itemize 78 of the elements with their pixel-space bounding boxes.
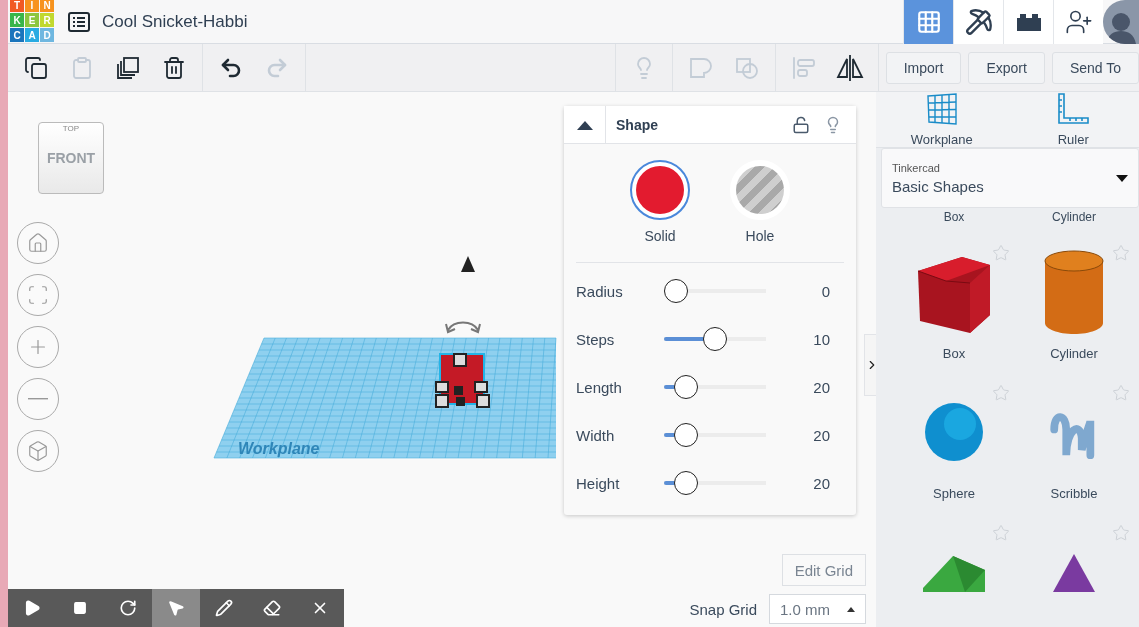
fit-view-icon — [27, 284, 49, 306]
param-value: 10 — [812, 330, 830, 348]
copy-icon — [24, 55, 48, 80]
align-icon — [791, 55, 816, 80]
caret-icon — [847, 606, 855, 612]
design-title: Cool Snicket-Habbi — [102, 11, 249, 32]
nav-button[interactable] — [1003, 0, 1053, 44]
list-icon[interactable] — [68, 11, 90, 32]
param-value: 20 — [812, 474, 830, 492]
panel-toggle-button[interactable] — [864, 334, 876, 396]
star-icon — [1112, 384, 1130, 402]
eraser-icon — [263, 599, 281, 617]
action-button[interactable]: Import — [885, 51, 962, 84]
param-label: Length — [576, 378, 623, 396]
unlock-icon[interactable] — [792, 115, 810, 134]
param-value: 20 — [812, 426, 830, 444]
caret-icon — [1116, 175, 1128, 182]
logo[interactable]: T I N K E R C A D — [10, 0, 54, 42]
param-label: Width — [576, 426, 616, 444]
shape-tile[interactable]: Sphere — [894, 364, 1014, 504]
tool-button[interactable]: Workplane — [876, 92, 1008, 147]
mirror-icon — [834, 53, 865, 82]
star-icon — [992, 384, 1010, 402]
snap-grid-label: Snap Grid — [689, 600, 757, 618]
stop-icon — [73, 601, 87, 615]
param-value: 20 — [812, 378, 830, 396]
sphere-drawing — [924, 402, 984, 462]
selected-box-drawing — [435, 353, 490, 408]
slider-thumb[interactable] — [703, 327, 727, 351]
brick-icon — [1015, 11, 1042, 32]
lift-arrow-icon — [461, 256, 475, 272]
star-icon — [992, 524, 1010, 542]
play-icon — [23, 599, 41, 617]
star-icon — [992, 244, 1010, 262]
home-icon — [27, 232, 49, 254]
cube-icon — [27, 440, 49, 462]
workplane-label: Workplane — [238, 440, 320, 457]
mode-option[interactable]: Solid — [630, 160, 690, 244]
param-label: Height — [576, 474, 621, 492]
nav-button[interactable] — [1053, 0, 1103, 44]
panel-title: Shape — [616, 116, 659, 133]
view-cube[interactable]: TOP FRONT — [38, 122, 104, 194]
simulation-button[interactable] — [152, 589, 200, 627]
star-icon — [1112, 244, 1130, 262]
rotate-arrow-icon — [445, 321, 481, 333]
shape-tile[interactable]: Scribble — [1014, 364, 1134, 504]
trash-icon — [162, 55, 186, 80]
shape-label: Cylinder — [1051, 210, 1097, 224]
slider-thumb[interactable] — [674, 375, 699, 399]
slider-thumb[interactable] — [664, 279, 688, 303]
nav-button[interactable] — [953, 0, 1003, 44]
snap-grid-select[interactable]: 1.0 mm — [769, 594, 866, 624]
grid-icon — [915, 8, 942, 35]
pointer-icon — [167, 599, 185, 617]
slider-thumb[interactable] — [674, 471, 699, 495]
library-dropdown[interactable]: Tinkercad Basic Shapes — [881, 148, 1139, 208]
workplane-icon — [924, 92, 959, 126]
shape-tile[interactable]: Cylinder — [1014, 224, 1134, 364]
stacked-squares-icon — [115, 54, 141, 81]
param-value: 0 — [820, 282, 830, 300]
reset-icon — [119, 599, 137, 617]
shape-tile[interactable]: Box — [894, 224, 1014, 364]
clipboard-icon — [70, 55, 94, 80]
pencil-icon — [215, 599, 233, 617]
pickaxe-icon — [964, 7, 993, 36]
avatar[interactable] — [1103, 0, 1139, 44]
param-label: Steps — [576, 330, 616, 348]
edit-grid-button[interactable]: Edit Grid — [781, 554, 866, 586]
action-button[interactable]: Export — [968, 51, 1045, 84]
mode-option[interactable]: Hole — [730, 160, 790, 244]
slider-thumb[interactable] — [674, 423, 699, 447]
param-label: Radius — [576, 282, 624, 300]
action-button[interactable]: Send To — [1051, 51, 1139, 84]
tool-button[interactable]: Ruler — [1007, 92, 1139, 147]
ruler-icon — [1056, 92, 1091, 126]
star-icon — [1112, 524, 1130, 542]
triangle-up-icon — [576, 119, 593, 130]
shape-label: Box — [942, 210, 966, 224]
